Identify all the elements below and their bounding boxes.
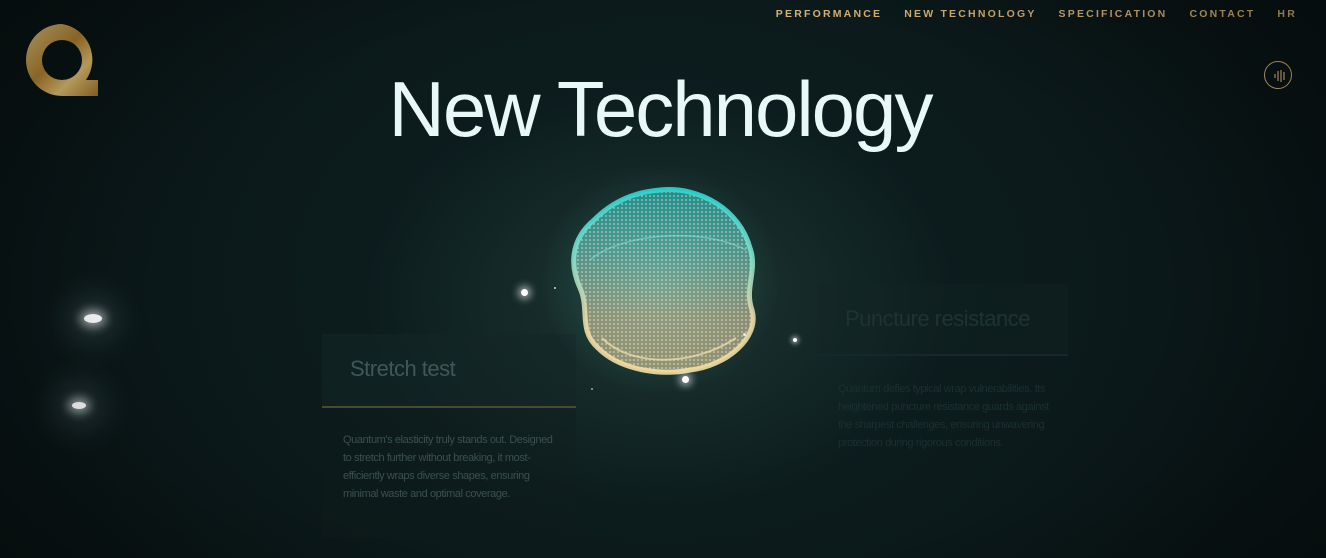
puncture-resistance-title: Puncture resistance [845,306,1030,331]
particle-dot [554,287,556,289]
nav-specification[interactable]: SPECIFICATION [1048,8,1179,20]
nav-contact[interactable]: CONTACT [1178,8,1266,20]
particle-orb-graphic [540,170,780,395]
hotspot-dot[interactable] [84,314,102,323]
particle-dot [521,289,528,296]
page: PERFORMANCE NEW TECHNOLOGY SPECIFICATION… [0,0,1326,558]
particle-dot [793,338,797,342]
stretch-test-card-body: Quantum's elasticity truly stands out. D… [322,408,576,538]
top-nav: PERFORMANCE NEW TECHNOLOGY SPECIFICATION… [765,8,1308,20]
nav-hr[interactable]: HR [1266,8,1308,20]
stretch-test-card-header[interactable]: Stretch test [322,334,576,406]
particle-dot [591,388,593,390]
puncture-resistance-description: Quantum defies typical wrap vulnerabilit… [838,383,1049,449]
puncture-resistance-card-header[interactable]: Puncture resistance [818,284,1068,354]
stretch-test-description: Quantum's elasticity truly stands out. D… [343,434,553,500]
page-title: New Technology [388,65,934,153]
hotspot-dot[interactable] [72,402,86,409]
nav-performance[interactable]: PERFORMANCE [765,8,893,20]
stretch-test-title: Stretch test [350,356,456,381]
puncture-resistance-card-body: Quantum defies typical wrap vulnerabilit… [818,356,1068,486]
particle-dot [743,333,746,336]
particle-dot [682,376,689,383]
nav-new-technology[interactable]: NEW TECHNOLOGY [893,8,1047,20]
